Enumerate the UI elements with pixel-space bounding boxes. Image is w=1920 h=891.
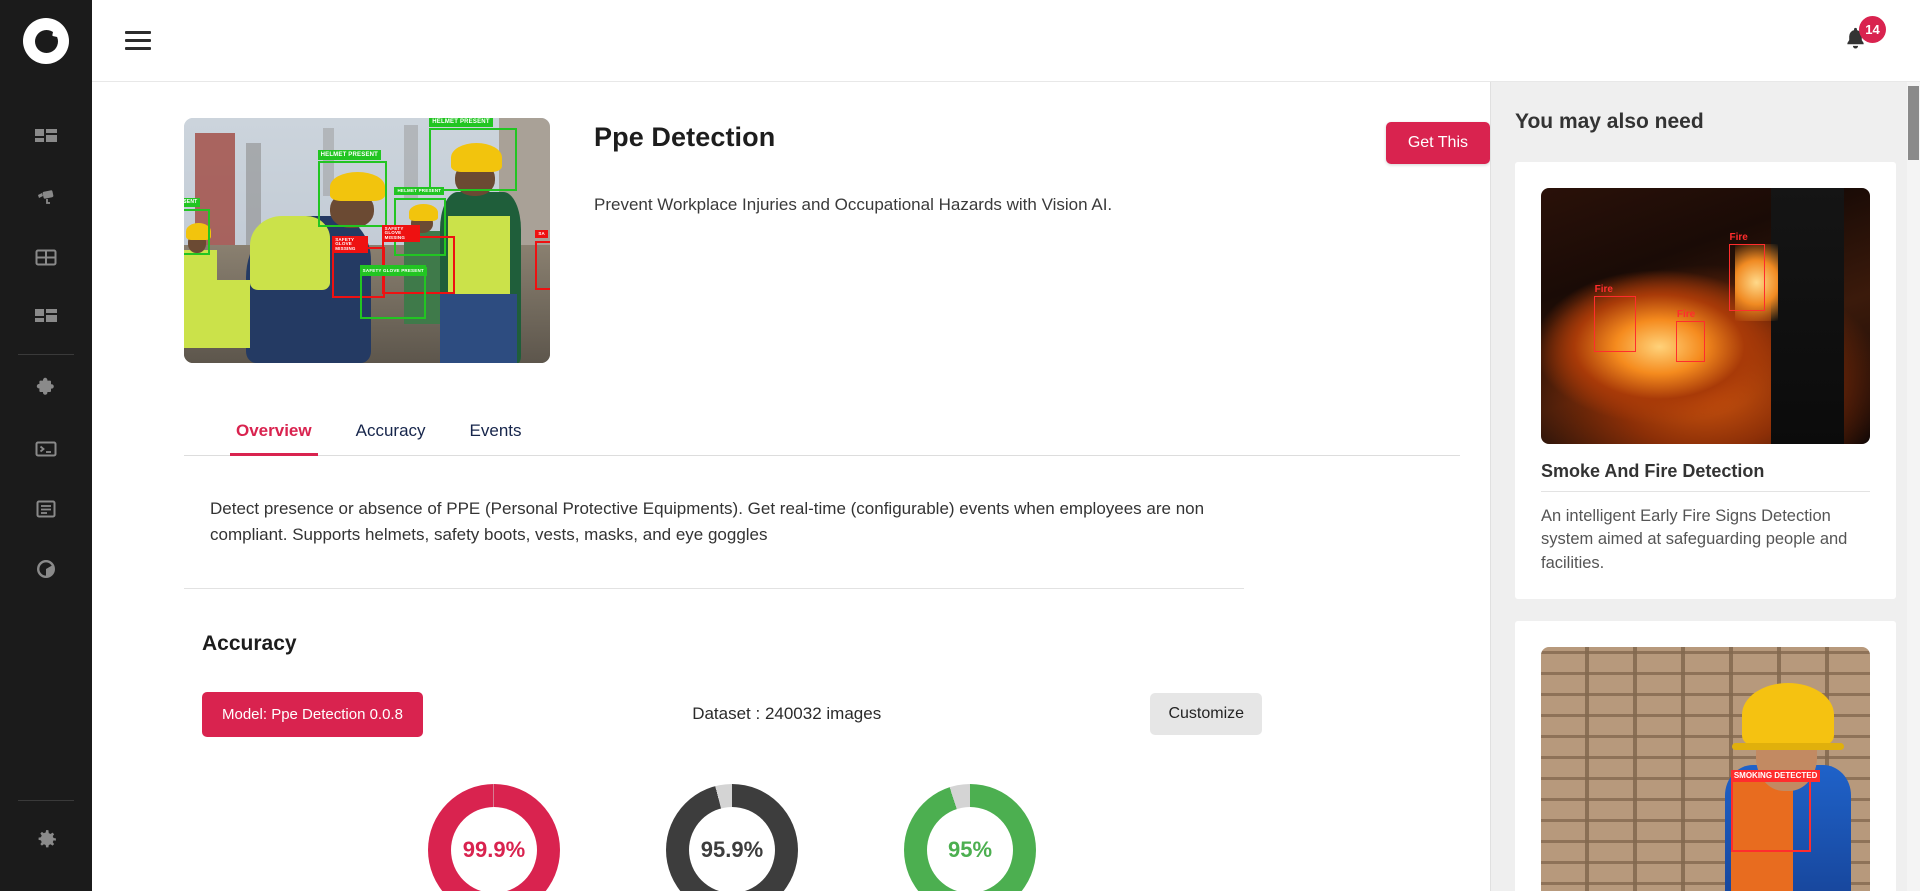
hamburger-line xyxy=(125,47,151,50)
detection-label: HELMET PRESENT xyxy=(317,149,382,160)
overview-description: Detect presence or absence of PPE (Perso… xyxy=(210,499,1205,544)
top-bar: 14 xyxy=(92,0,1920,82)
content-tabs: Overview Accuracy Events xyxy=(184,411,1460,456)
detection-box: PRESENT xyxy=(184,197,210,256)
recommendations-title: You may also need xyxy=(1515,110,1704,133)
content-split: HELMET PRESENT HELMET PRESENT HELMET PRE… xyxy=(92,82,1920,891)
sidebar-item-dashboard[interactable] xyxy=(0,108,92,168)
recommendations-inner: You may also need Fire Fire Fire Smoke A… xyxy=(1491,82,1920,891)
sidebar-item-layouts[interactable] xyxy=(0,228,92,288)
hero-section: HELMET PRESENT HELMET PRESENT HELMET PRE… xyxy=(92,118,1490,363)
recommendations-panel: You may also need Fire Fire Fire Smoke A… xyxy=(1490,82,1920,891)
notification-badge: 14 xyxy=(1859,15,1886,43)
smoking-detection-label: SMOKING DETECTED xyxy=(1730,770,1821,782)
sidebar-divider-top xyxy=(18,354,74,355)
detection-label: HELMET PRESENT xyxy=(429,118,493,127)
tab-overview[interactable]: Overview xyxy=(214,411,334,456)
model-selector-button[interactable]: Model: Ppe Detection 0.0.8 xyxy=(202,691,423,737)
tab-events[interactable]: Events xyxy=(448,411,544,455)
donut-ring: 95.9% xyxy=(666,783,798,891)
dashboard-grid-icon xyxy=(34,126,58,150)
main-column: 14 HELMET PRESENT HELMET PRESENT HELMET … xyxy=(92,0,1920,891)
detection-label: HELMET PRESENT xyxy=(394,186,445,196)
donut-value: 99.9% xyxy=(462,836,526,862)
donut-value: 95.9% xyxy=(700,836,764,862)
dataset-label: Dataset : 240032 images xyxy=(692,704,882,724)
hamburger-line xyxy=(125,31,151,34)
recommendation-card-smoke-and-fire[interactable]: Fire Fire Fire Smoke And Fire Detection … xyxy=(1515,162,1896,600)
app-root: 14 HELMET PRESENT HELMET PRESENT HELMET … xyxy=(0,0,1920,891)
detection-box: SA xyxy=(535,229,550,290)
page-scrollbar-thumb[interactable] xyxy=(1908,86,1919,160)
sidebar-item-settings[interactable] xyxy=(0,809,92,869)
sidebar-item-analytics[interactable] xyxy=(0,539,92,599)
sidebar-divider-bottom xyxy=(18,800,74,801)
apps-grid-icon xyxy=(34,306,58,330)
recommendation-card-smoking[interactable]: SMOKING DETECTED Smoking Detection xyxy=(1515,621,1896,891)
main-content: HELMET PRESENT HELMET PRESENT HELMET PRE… xyxy=(92,82,1490,891)
preview-person-helmet xyxy=(1732,683,1844,751)
fire-detection-box: Fire xyxy=(1728,232,1765,311)
hero-title-row: Ppe Detection Get This xyxy=(594,122,1490,164)
terminal-icon xyxy=(34,437,58,461)
fire-detection-box: Fire xyxy=(1675,309,1706,363)
smoking-detection-preview: SMOKING DETECTED xyxy=(1541,647,1870,891)
preview-person: SMOKING DETECTED xyxy=(1715,647,1870,891)
puzzle-piece-icon xyxy=(34,377,58,401)
detection-label: PRESENT xyxy=(184,197,201,207)
sidebar-item-logs[interactable] xyxy=(0,479,92,539)
page-scrollbar[interactable] xyxy=(1907,82,1920,891)
donut-value: 95% xyxy=(947,836,993,862)
detection-box: HELMET PRESENT xyxy=(429,118,518,192)
app-logo[interactable] xyxy=(23,18,69,64)
hamburger-menu-icon[interactable] xyxy=(122,21,162,61)
customize-button[interactable]: Customize xyxy=(1150,693,1263,736)
app-logo-mark xyxy=(34,29,58,53)
grid-layout-icon xyxy=(34,246,58,270)
fire-detection-label: Fire xyxy=(1729,232,1748,244)
sidebar-item-cameras[interactable] xyxy=(0,168,92,228)
tab-accuracy[interactable]: Accuracy xyxy=(334,411,448,455)
detection-box: HELMET PRESENT xyxy=(317,149,388,228)
detection-label: SA xyxy=(535,229,549,238)
fire-detection-label: Fire xyxy=(1676,309,1696,321)
preview-pillar xyxy=(1771,188,1844,444)
recommendation-description: An intelligent Early Fire Signs Detectio… xyxy=(1541,507,1848,572)
accuracy-donut-charts: 99.9% 95.9% 95% xyxy=(202,783,1262,891)
detection-label: SAFETY GLOVE PRESENT xyxy=(359,267,427,276)
document-lines-icon xyxy=(34,497,58,521)
hamburger-line xyxy=(125,39,151,42)
accuracy-heading: Accuracy xyxy=(202,631,297,655)
page-subtitle: Prevent Workplace Injuries and Occupatio… xyxy=(594,195,1113,214)
page-title: Ppe Detection xyxy=(594,122,776,152)
donut-chart: 95% xyxy=(904,783,1036,891)
detection-box: SAFETY GLOVE PRESENT xyxy=(359,265,427,319)
sidebar-item-apps[interactable] xyxy=(0,288,92,348)
ppe-detection-preview-image: HELMET PRESENT HELMET PRESENT HELMET PRE… xyxy=(184,118,550,363)
sidebar-item-terminal[interactable] xyxy=(0,419,92,479)
cctv-camera-icon xyxy=(34,186,58,210)
smoke-and-fire-detection-preview: Fire Fire Fire xyxy=(1541,188,1870,444)
overview-divider xyxy=(184,587,1244,589)
recommendation-title: Smoke And Fire Detection xyxy=(1541,461,1870,492)
detection-label: SAFETY GLOVE MISSING xyxy=(381,224,420,243)
fire-detection-box: Fire xyxy=(1593,284,1637,352)
left-sidebar xyxy=(0,0,92,891)
notifications-button[interactable]: 14 xyxy=(1832,15,1886,64)
accuracy-controls-row: Model: Ppe Detection 0.0.8 Dataset : 240… xyxy=(202,691,1263,737)
donut-chart: 95.9% xyxy=(666,783,798,891)
fire-detection-label: Fire xyxy=(1594,283,1613,295)
donut-ring: 95% xyxy=(904,783,1036,891)
hero-text-block: Ppe Detection Get This Prevent Workplace… xyxy=(594,118,1490,215)
sidebar-item-integrations[interactable] xyxy=(0,359,92,419)
get-this-button[interactable]: Get This xyxy=(1385,122,1490,164)
pie-chart-icon xyxy=(34,557,58,581)
detection-label: SAFETY GLOVE MISSING xyxy=(332,235,369,254)
donut-ring: 99.9% xyxy=(428,783,560,891)
donut-chart: 99.9% xyxy=(428,783,560,891)
gear-icon xyxy=(34,827,59,852)
smoking-detection-box: SMOKING DETECTED xyxy=(1730,770,1821,853)
